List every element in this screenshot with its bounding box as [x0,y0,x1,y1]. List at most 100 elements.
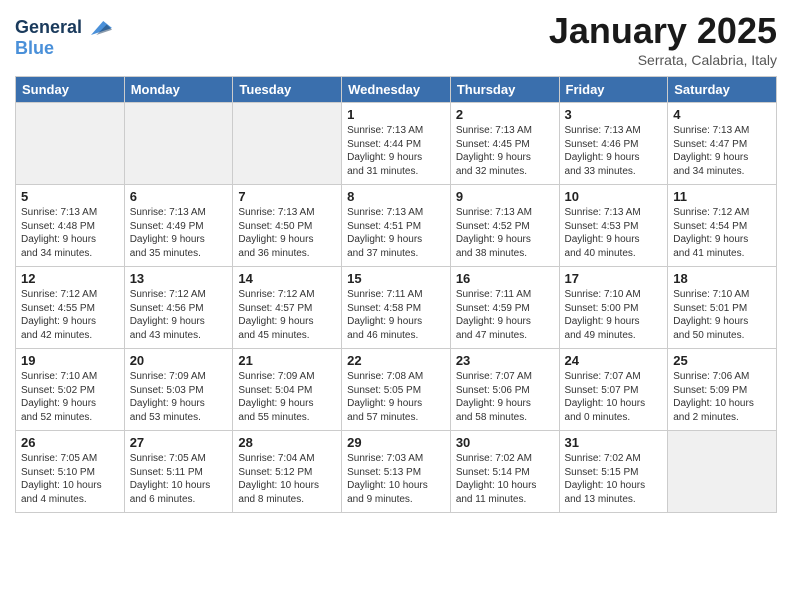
day-detail: Sunrise: 7:06 AM Sunset: 5:09 PM Dayligh… [673,370,771,424]
day-number: 26 [21,435,119,450]
month-title: January 2025 [549,10,777,52]
logo-text: General [15,18,82,38]
calendar-cell: 18 Sunrise: 7:10 AM Sunset: 5:01 PM Dayli… [668,267,777,349]
calendar-cell: 26 Sunrise: 7:05 AM Sunset: 5:10 PM Dayli… [16,431,125,513]
day-detail: Sunrise: 7:12 AM Sunset: 4:56 PM Dayligh… [130,288,228,342]
day-detail: Sunrise: 7:13 AM Sunset: 4:52 PM Dayligh… [456,206,554,260]
day-detail: Sunrise: 7:09 AM Sunset: 5:04 PM Dayligh… [238,370,336,424]
day-number: 31 [565,435,663,450]
calendar-cell: 22Sunrise: 7:08 AM Sunset: 5:05 PM Dayli… [342,349,451,431]
col-friday: Friday [559,77,668,103]
calendar-cell [668,431,777,513]
calendar-cell [16,103,125,185]
day-detail: Sunrise: 7:05 AM Sunset: 5:11 PM Dayligh… [130,452,228,506]
calendar-cell: 2 Sunrise: 7:13 AM Sunset: 4:45 PM Daylig… [450,103,559,185]
col-tuesday: Tuesday [233,77,342,103]
day-number: 30 [456,435,554,450]
day-number: 14 [238,271,336,286]
col-saturday: Saturday [668,77,777,103]
day-detail: Sunrise: 7:13 AM Sunset: 4:47 PM Dayligh… [673,124,771,178]
day-detail: Sunrise: 7:13 AM Sunset: 4:51 PM Dayligh… [347,206,445,260]
day-detail: Sunrise: 7:13 AM Sunset: 4:46 PM Dayligh… [565,124,663,178]
day-number: 28 [238,435,336,450]
calendar-cell: 19Sunrise: 7:10 AM Sunset: 5:02 PM Dayli… [16,349,125,431]
logo-icon [84,14,112,42]
calendar-cell: 20 Sunrise: 7:09 AM Sunset: 5:03 PM Dayli… [124,349,233,431]
col-thursday: Thursday [450,77,559,103]
calendar-cell: 9 Sunrise: 7:13 AM Sunset: 4:52 PM Daylig… [450,185,559,267]
day-detail: Sunrise: 7:10 AM Sunset: 5:00 PM Dayligh… [565,288,663,342]
title-block: January 2025 Serrata, Calabria, Italy [549,10,777,68]
day-detail: Sunrise: 7:09 AM Sunset: 5:03 PM Dayligh… [130,370,228,424]
calendar-cell: 7 Sunrise: 7:13 AM Sunset: 4:50 PM Daylig… [233,185,342,267]
day-detail: Sunrise: 7:13 AM Sunset: 4:50 PM Dayligh… [238,206,336,260]
day-detail: Sunrise: 7:07 AM Sunset: 5:07 PM Dayligh… [565,370,663,424]
day-detail: Sunrise: 7:12 AM Sunset: 4:55 PM Dayligh… [21,288,119,342]
day-number: 13 [130,271,228,286]
calendar-cell: 24Sunrise: 7:07 AM Sunset: 5:07 PM Dayli… [559,349,668,431]
day-number: 6 [130,189,228,204]
day-detail: Sunrise: 7:13 AM Sunset: 4:49 PM Dayligh… [130,206,228,260]
day-number: 18 [673,271,771,286]
day-number: 16 [456,271,554,286]
day-number: 11 [673,189,771,204]
day-detail: Sunrise: 7:10 AM Sunset: 5:01 PM Dayligh… [673,288,771,342]
day-number: 2 [456,107,554,122]
day-number: 3 [565,107,663,122]
page-container: General Blue January 2025 Serrata, Calab… [0,0,792,523]
day-number: 27 [130,435,228,450]
day-detail: Sunrise: 7:02 AM Sunset: 5:14 PM Dayligh… [456,452,554,506]
calendar-cell: 10 Sunrise: 7:13 AM Sunset: 4:53 PM Dayli… [559,185,668,267]
calendar-week-3: 19Sunrise: 7:10 AM Sunset: 5:02 PM Dayli… [16,349,777,431]
day-number: 20 [130,353,228,368]
location: Serrata, Calabria, Italy [549,52,777,68]
day-detail: Sunrise: 7:13 AM Sunset: 4:44 PM Dayligh… [347,124,445,178]
day-number: 4 [673,107,771,122]
calendar-cell: 30 Sunrise: 7:02 AM Sunset: 5:14 PM Dayli… [450,431,559,513]
calendar-cell: 23Sunrise: 7:07 AM Sunset: 5:06 PM Dayli… [450,349,559,431]
day-detail: Sunrise: 7:11 AM Sunset: 4:59 PM Dayligh… [456,288,554,342]
day-detail: Sunrise: 7:07 AM Sunset: 5:06 PM Dayligh… [456,370,554,424]
col-sunday: Sunday [16,77,125,103]
calendar-header-row: Sunday Monday Tuesday Wednesday Thursday… [16,77,777,103]
calendar-cell: 12 Sunrise: 7:12 AM Sunset: 4:55 PM Dayli… [16,267,125,349]
calendar-cell: 15Sunrise: 7:11 AM Sunset: 4:58 PM Dayli… [342,267,451,349]
calendar-cell: 16 Sunrise: 7:11 AM Sunset: 4:59 PM Dayli… [450,267,559,349]
header: General Blue January 2025 Serrata, Calab… [15,10,777,68]
calendar-week-0: 1 Sunrise: 7:13 AM Sunset: 4:44 PM Daylig… [16,103,777,185]
day-detail: Sunrise: 7:13 AM Sunset: 4:48 PM Dayligh… [21,206,119,260]
calendar-week-4: 26 Sunrise: 7:05 AM Sunset: 5:10 PM Dayli… [16,431,777,513]
day-detail: Sunrise: 7:12 AM Sunset: 4:57 PM Dayligh… [238,288,336,342]
calendar-cell: 4 Sunrise: 7:13 AM Sunset: 4:47 PM Daylig… [668,103,777,185]
calendar-cell: 1 Sunrise: 7:13 AM Sunset: 4:44 PM Daylig… [342,103,451,185]
logo: General Blue [15,14,112,59]
calendar: Sunday Monday Tuesday Wednesday Thursday… [15,76,777,513]
day-detail: Sunrise: 7:13 AM Sunset: 4:45 PM Dayligh… [456,124,554,178]
day-number: 21 [238,353,336,368]
col-wednesday: Wednesday [342,77,451,103]
calendar-cell: 31Sunrise: 7:02 AM Sunset: 5:15 PM Dayli… [559,431,668,513]
day-number: 25 [673,353,771,368]
day-detail: Sunrise: 7:03 AM Sunset: 5:13 PM Dayligh… [347,452,445,506]
calendar-cell: 14 Sunrise: 7:12 AM Sunset: 4:57 PM Dayli… [233,267,342,349]
day-number: 22 [347,353,445,368]
day-number: 10 [565,189,663,204]
day-number: 12 [21,271,119,286]
calendar-cell: 28Sunrise: 7:04 AM Sunset: 5:12 PM Dayli… [233,431,342,513]
calendar-cell: 11 Sunrise: 7:12 AM Sunset: 4:54 PM Dayli… [668,185,777,267]
day-number: 17 [565,271,663,286]
calendar-cell: 3 Sunrise: 7:13 AM Sunset: 4:46 PM Daylig… [559,103,668,185]
col-monday: Monday [124,77,233,103]
day-number: 15 [347,271,445,286]
calendar-cell: 29 Sunrise: 7:03 AM Sunset: 5:13 PM Dayli… [342,431,451,513]
day-detail: Sunrise: 7:12 AM Sunset: 4:54 PM Dayligh… [673,206,771,260]
day-detail: Sunrise: 7:13 AM Sunset: 4:53 PM Dayligh… [565,206,663,260]
calendar-cell: 13 Sunrise: 7:12 AM Sunset: 4:56 PM Dayli… [124,267,233,349]
calendar-cell: 25 Sunrise: 7:06 AM Sunset: 5:09 PM Dayli… [668,349,777,431]
day-number: 29 [347,435,445,450]
day-detail: Sunrise: 7:05 AM Sunset: 5:10 PM Dayligh… [21,452,119,506]
calendar-week-1: 5Sunrise: 7:13 AM Sunset: 4:48 PM Daylig… [16,185,777,267]
day-number: 7 [238,189,336,204]
day-number: 9 [456,189,554,204]
day-number: 1 [347,107,445,122]
